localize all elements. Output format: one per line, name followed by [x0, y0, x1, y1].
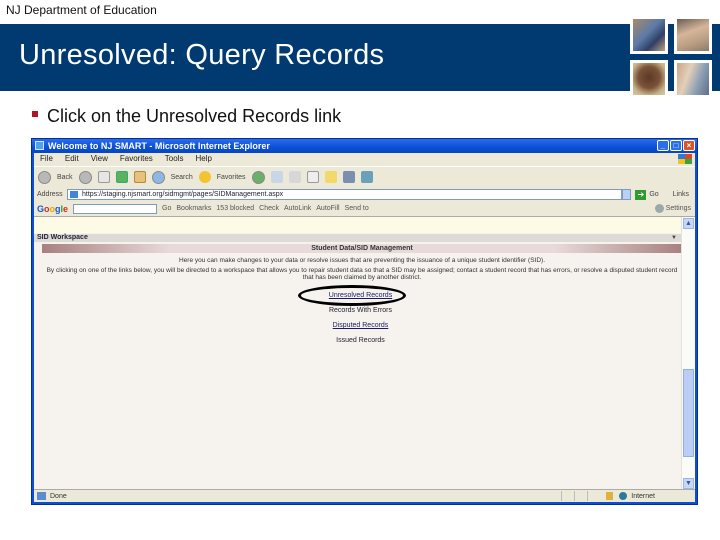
address-bar: Address https://staging.njsmart.org/sidm…: [34, 188, 695, 201]
internet-zone-icon: [619, 492, 628, 500]
google-settings-button[interactable]: Settings: [654, 204, 691, 213]
search-label[interactable]: Search: [171, 174, 193, 181]
refresh-icon[interactable]: [115, 171, 128, 183]
highlight-ellipse: [298, 285, 406, 306]
send-to-button[interactable]: Send to: [345, 205, 369, 212]
menu-file[interactable]: File: [40, 153, 53, 165]
autolink-button[interactable]: AutoLink: [284, 205, 311, 212]
google-search-input[interactable]: [73, 203, 158, 214]
status-text: Done: [50, 492, 67, 500]
go-button[interactable]: ➔ Go: [635, 189, 659, 200]
windows-logo-icon: [678, 154, 692, 164]
minimize-button[interactable]: _: [657, 140, 669, 151]
google-go-button[interactable]: Go: [162, 205, 171, 212]
menu-tools[interactable]: Tools: [165, 153, 184, 165]
slide-title: Unresolved: Query Records: [19, 39, 385, 71]
scroll-thumb[interactable]: [683, 369, 694, 457]
back-label[interactable]: Back: [57, 174, 73, 181]
status-bar: Done Internet: [34, 489, 695, 502]
search-icon[interactable]: [151, 170, 165, 184]
ie-icon: [35, 141, 44, 150]
bookmarks-button[interactable]: Bookmarks: [176, 205, 211, 212]
google-toolbar: Google Go Bookmarks 153 blocked Check Au…: [34, 202, 695, 215]
security-zone: Internet: [631, 492, 655, 500]
bullet-square-icon: [32, 111, 38, 118]
info-bar: [34, 217, 681, 233]
bullet-text: Click on the Unresolved Records link: [47, 106, 342, 126]
photo-woman-smiling: [674, 16, 712, 54]
page-icon: [70, 191, 78, 198]
autofill-button[interactable]: AutoFill: [316, 205, 339, 212]
home-icon[interactable]: [133, 171, 146, 183]
menu-bar: File Edit View Favorites Tools Help: [34, 153, 695, 165]
menu-edit[interactable]: Edit: [65, 153, 79, 165]
menu-favorites[interactable]: Favorites: [120, 153, 153, 165]
history-icon[interactable]: [251, 170, 265, 184]
photo-man-smiling: [630, 60, 668, 98]
link-issued-records[interactable]: Issued Records: [34, 337, 687, 344]
window-title: Welcome to NJ SMART - Microsoft Internet…: [48, 141, 270, 151]
print-icon[interactable]: [288, 171, 301, 183]
edit-icon[interactable]: [306, 171, 319, 183]
collapse-arrow-icon[interactable]: ▼: [671, 234, 677, 242]
gear-icon: [654, 204, 664, 213]
bullet-point: Click on the Unresolved Records link: [32, 106, 341, 127]
page-content: SID Workspace ▼ Student Data/SID Managem…: [34, 216, 695, 490]
back-arrow-icon[interactable]: [38, 170, 51, 184]
messenger-icon[interactable]: [360, 171, 373, 183]
maximize-button[interactable]: □: [670, 140, 682, 151]
favorites-label[interactable]: Favorites: [217, 174, 246, 181]
address-input[interactable]: https://staging.njsmart.org/sidmgmt/page…: [67, 189, 623, 200]
link-disputed-records[interactable]: Disputed Records: [34, 322, 687, 329]
link-records-with-errors[interactable]: Records With Errors: [34, 307, 687, 314]
browser-title-bar: Welcome to NJ SMART - Microsoft Internet…: [32, 139, 697, 153]
photo-collage: [626, 14, 720, 98]
workspace-header: SID Workspace ▼: [34, 234, 681, 242]
popup-blocked-button[interactable]: 153 blocked: [216, 205, 254, 212]
links-button[interactable]: Links: [673, 191, 689, 198]
photo-teacher-student: [674, 60, 712, 98]
address-dropdown[interactable]: [622, 189, 632, 200]
standard-toolbar: Back Search Favorites: [34, 166, 695, 187]
address-url: https://staging.njsmart.org/sidmgmt/page…: [82, 191, 284, 198]
stop-icon[interactable]: [97, 171, 110, 183]
mail-icon[interactable]: [270, 171, 283, 183]
browser-window-screenshot: Welcome to NJ SMART - Microsoft Internet…: [31, 138, 698, 505]
organization-name: NJ Department of Education: [6, 3, 157, 17]
spell-check-button[interactable]: Check: [259, 205, 279, 212]
photo-two-men: [630, 16, 668, 54]
scroll-down-icon[interactable]: ▼: [683, 478, 694, 489]
menu-view[interactable]: View: [91, 153, 108, 165]
intro-text: Here you can make changes to your data o…: [178, 257, 545, 264]
section-header: Student Data/SID Management: [42, 244, 682, 253]
go-arrow-icon: ➔: [635, 189, 647, 200]
folder-icon[interactable]: [324, 171, 337, 183]
page-done-icon: [37, 492, 46, 500]
scroll-up-icon[interactable]: ▲: [683, 218, 694, 229]
address-label: Address: [37, 191, 63, 198]
research-icon[interactable]: [342, 171, 355, 183]
forward-arrow-icon[interactable]: [78, 170, 92, 184]
vertical-scrollbar[interactable]: ▲ ▼: [681, 217, 695, 490]
go-label: Go: [649, 191, 659, 198]
menu-help[interactable]: Help: [195, 153, 211, 165]
favorites-star-icon[interactable]: [198, 171, 211, 183]
google-logo: Google: [37, 203, 69, 214]
lock-icon: [606, 492, 614, 500]
close-button[interactable]: ×: [683, 140, 695, 151]
instructions-text: By clicking on one of the links below, y…: [46, 267, 678, 281]
